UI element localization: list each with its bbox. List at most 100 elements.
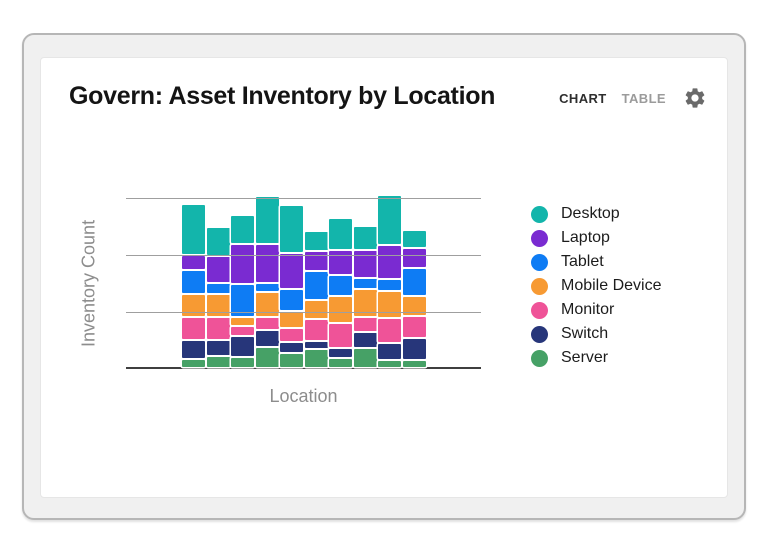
- legend-label: Mobile Device: [561, 277, 662, 294]
- bar-segment-desktop[interactable]: [182, 205, 205, 254]
- bar-segment-switch[interactable]: [255, 331, 279, 346]
- bar-segment-desktop[interactable]: [329, 219, 352, 249]
- bar-segment-mobile-device[interactable]: [378, 292, 401, 317]
- bar-segment-monitor[interactable]: [402, 317, 426, 337]
- bar-segment-server[interactable]: [280, 354, 303, 367]
- bar-segment-tablet[interactable]: [182, 271, 205, 293]
- legend-swatch-icon: [531, 253, 548, 271]
- chart-legend: Desktop Laptop Tablet Mobile Device Monitor S…: [531, 202, 661, 370]
- bar-segment-server[interactable]: [231, 358, 254, 367]
- bars-row: [182, 196, 426, 367]
- bar-segment-mobile-device[interactable]: [231, 318, 254, 325]
- stacked-bar[interactable]: [329, 219, 352, 367]
- legend-item-switch[interactable]: Switch: [531, 322, 661, 346]
- bar-segment-monitor[interactable]: [280, 329, 303, 341]
- legend-item-monitor[interactable]: Monitor: [531, 298, 661, 322]
- legend-item-server[interactable]: Server: [531, 346, 661, 370]
- bar-segment-monitor[interactable]: [353, 318, 377, 331]
- bar-segment-server[interactable]: [378, 361, 401, 367]
- stacked-bar[interactable]: [206, 228, 230, 367]
- bar-segment-switch[interactable]: [378, 344, 401, 359]
- stacked-bar[interactable]: [402, 231, 426, 367]
- stacked-bar[interactable]: [378, 196, 401, 367]
- header-controls: CHART TABLE: [559, 84, 708, 112]
- bar-segment-monitor[interactable]: [378, 319, 401, 342]
- bar-segment-monitor[interactable]: [304, 320, 328, 340]
- bar-segment-laptop[interactable]: [206, 257, 230, 282]
- bar-segment-desktop[interactable]: [231, 216, 254, 243]
- plot-area: [126, 196, 481, 369]
- legend-label: Desktop: [561, 205, 620, 222]
- stacked-bar[interactable]: [182, 205, 205, 367]
- bar-segment-server[interactable]: [402, 361, 426, 367]
- legend-label: Laptop: [561, 229, 610, 246]
- bar-segment-desktop[interactable]: [353, 227, 377, 249]
- legend-swatch-icon: [531, 325, 548, 343]
- bar-segment-laptop[interactable]: [231, 245, 254, 283]
- bar-segment-switch[interactable]: [304, 342, 328, 348]
- legend-item-desktop[interactable]: Desktop: [531, 202, 661, 226]
- bar-segment-switch[interactable]: [353, 333, 377, 347]
- bar-segment-server[interactable]: [206, 357, 230, 367]
- bar-segment-desktop[interactable]: [206, 228, 230, 255]
- report-title: Govern: Asset Inventory by Location: [69, 82, 496, 110]
- settings-button[interactable]: [682, 85, 708, 111]
- bar-segment-server[interactable]: [182, 360, 205, 367]
- legend-item-mobile-device[interactable]: Mobile Device: [531, 274, 661, 298]
- legend-label: Server: [561, 349, 609, 366]
- legend-item-laptop[interactable]: Laptop: [531, 226, 661, 250]
- bar-segment-desktop[interactable]: [255, 197, 279, 243]
- bar-segment-tablet[interactable]: [378, 280, 401, 290]
- legend-label: Monitor: [561, 301, 615, 318]
- bar-segment-laptop[interactable]: [280, 254, 303, 288]
- bar-segment-mobile-device[interactable]: [329, 297, 352, 322]
- gridline: [126, 255, 481, 256]
- bar-segment-desktop[interactable]: [280, 206, 303, 252]
- bar-segment-laptop[interactable]: [402, 249, 426, 267]
- bar-segment-tablet[interactable]: [353, 279, 377, 288]
- bar-segment-mobile-device[interactable]: [280, 312, 303, 327]
- stacked-bar[interactable]: [280, 206, 303, 367]
- bar-segment-server[interactable]: [353, 349, 377, 367]
- tab-chart[interactable]: CHART: [559, 91, 607, 106]
- bar-segment-tablet[interactable]: [255, 284, 279, 291]
- report-card: Govern: Asset Inventory by Location CHAR…: [40, 57, 728, 498]
- bar-segment-tablet[interactable]: [280, 290, 303, 310]
- bar-segment-switch[interactable]: [402, 339, 426, 359]
- legend-swatch-icon: [531, 205, 548, 223]
- bar-segment-tablet[interactable]: [304, 272, 328, 299]
- bar-segment-tablet[interactable]: [206, 284, 230, 293]
- bar-segment-tablet[interactable]: [402, 269, 426, 295]
- bar-segment-laptop[interactable]: [255, 245, 279, 282]
- legend-item-tablet[interactable]: Tablet: [531, 250, 661, 274]
- stacked-bar[interactable]: [304, 232, 328, 367]
- bar-segment-mobile-device[interactable]: [304, 301, 328, 318]
- bar-segment-monitor[interactable]: [206, 318, 230, 339]
- stacked-bar[interactable]: [231, 216, 254, 367]
- bar-segment-tablet[interactable]: [329, 276, 352, 295]
- bar-segment-monitor[interactable]: [182, 318, 205, 339]
- bar-segment-desktop[interactable]: [304, 232, 328, 250]
- bar-segment-switch[interactable]: [231, 337, 254, 356]
- bar-segment-server[interactable]: [329, 359, 352, 367]
- legend-swatch-icon: [531, 229, 548, 247]
- bar-segment-switch[interactable]: [182, 341, 205, 358]
- bar-segment-switch[interactable]: [280, 343, 303, 352]
- bar-segment-desktop[interactable]: [378, 196, 401, 244]
- stacked-bar[interactable]: [353, 227, 377, 367]
- bar-segment-switch[interactable]: [329, 349, 352, 357]
- bar-segment-desktop[interactable]: [402, 231, 426, 247]
- bar-segment-laptop[interactable]: [182, 256, 205, 269]
- tab-table[interactable]: TABLE: [622, 91, 666, 106]
- bar-segment-server[interactable]: [255, 348, 279, 367]
- gridline: [126, 198, 481, 199]
- bar-segment-switch[interactable]: [206, 341, 230, 355]
- bar-segment-monitor[interactable]: [231, 327, 254, 335]
- bar-segment-monitor[interactable]: [329, 324, 352, 347]
- bar-segment-laptop[interactable]: [378, 246, 401, 278]
- stacked-bar[interactable]: [255, 197, 279, 367]
- bar-segment-server[interactable]: [304, 350, 328, 367]
- legend-swatch-icon: [531, 277, 548, 295]
- bar-segment-monitor[interactable]: [255, 318, 279, 329]
- gear-icon: [685, 88, 705, 108]
